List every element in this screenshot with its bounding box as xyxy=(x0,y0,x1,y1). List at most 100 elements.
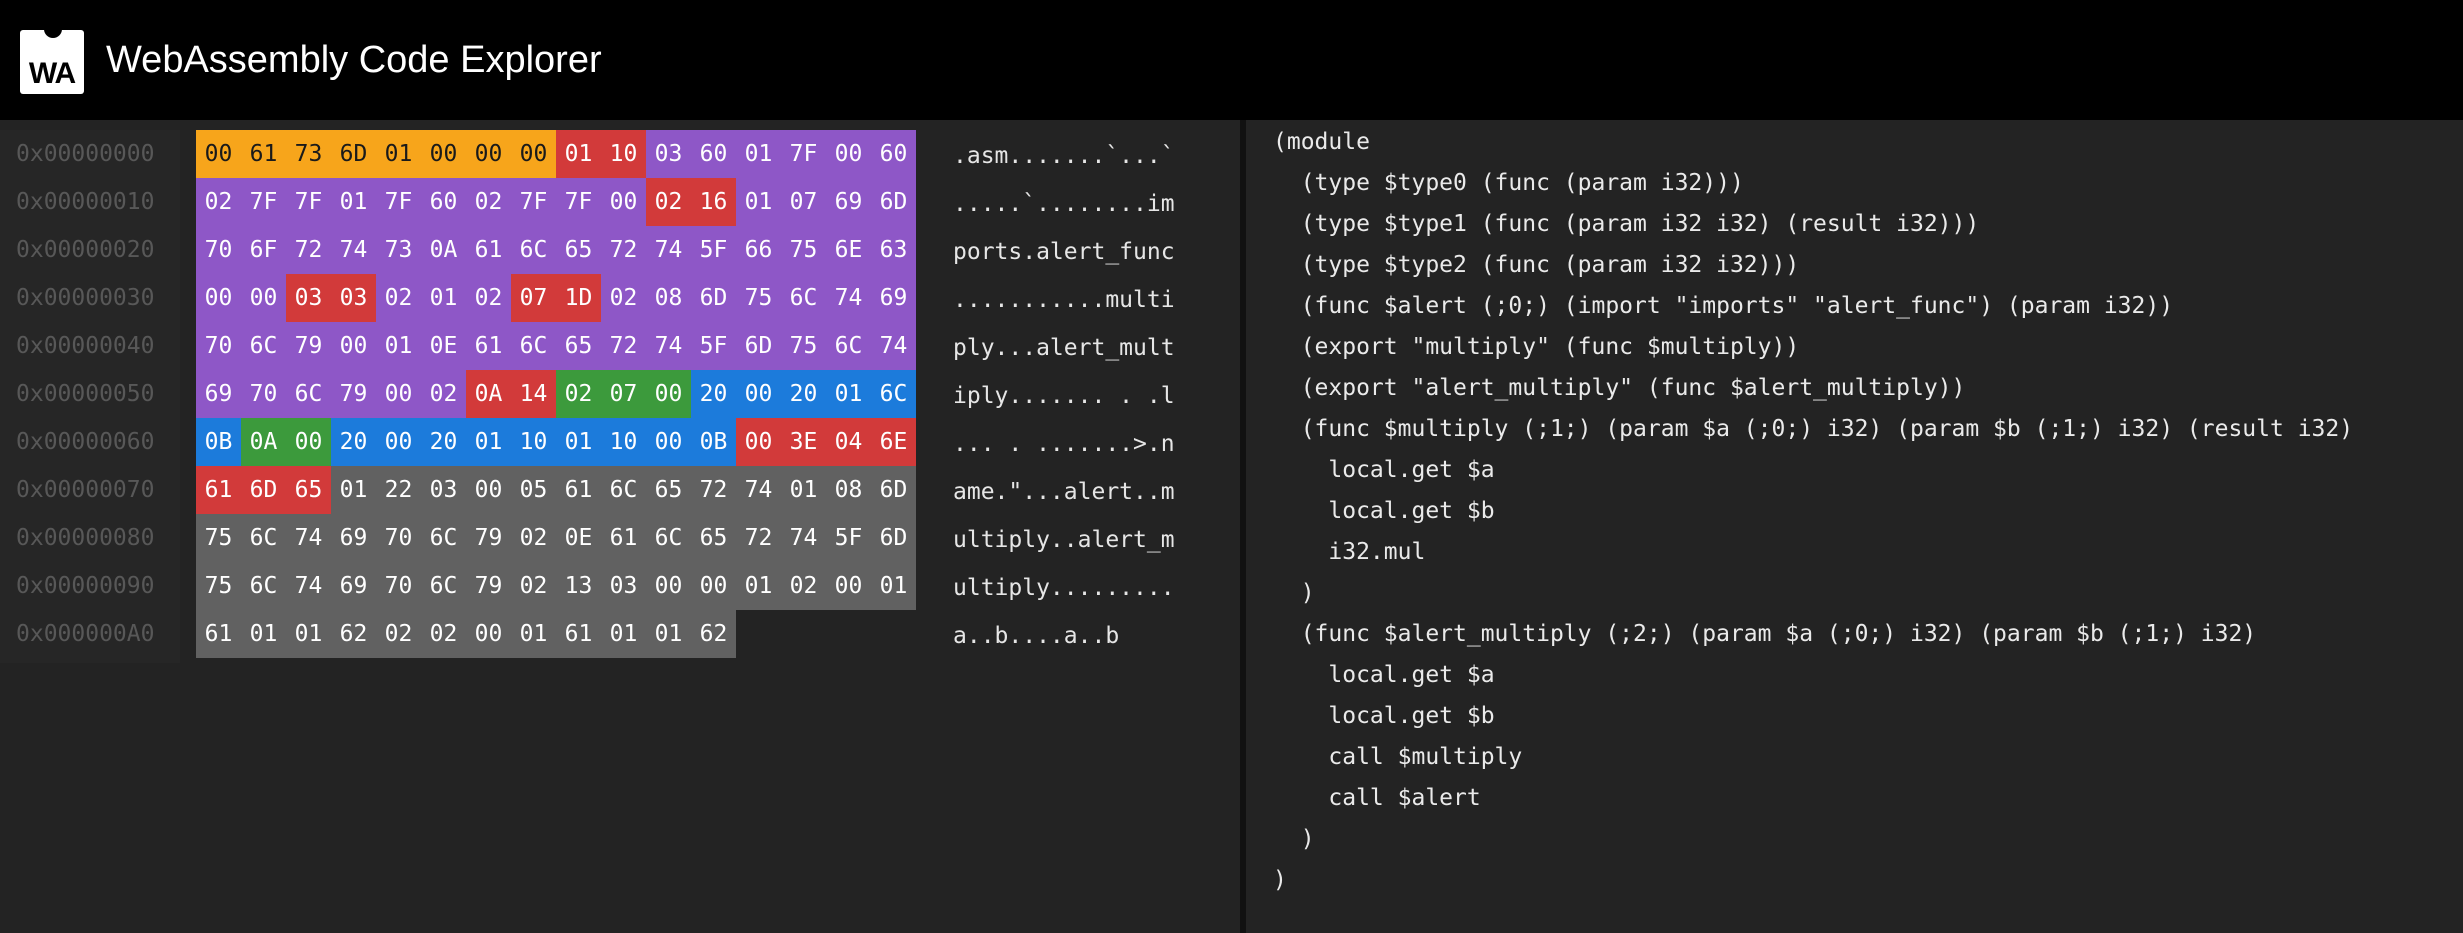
hex-byte[interactable]: 62 xyxy=(331,610,376,658)
hex-byte[interactable]: 6C xyxy=(241,322,286,370)
hex-byte[interactable]: 03 xyxy=(421,466,466,514)
hex-byte[interactable]: 6C xyxy=(781,274,826,322)
hex-byte[interactable]: 05 xyxy=(511,466,556,514)
hex-byte[interactable]: 01 xyxy=(826,370,871,418)
hex-byte[interactable]: 65 xyxy=(691,514,736,562)
hex-view-panel[interactable]: 0x00000000 0x00000010 0x00000020 0x00000030… xyxy=(0,120,1240,933)
hex-byte[interactable]: 00 xyxy=(376,418,421,466)
hex-byte[interactable]: 65 xyxy=(286,466,331,514)
hex-byte[interactable]: 01 xyxy=(601,610,646,658)
hex-byte[interactable]: 00 xyxy=(466,610,511,658)
hex-byte[interactable]: 01 xyxy=(331,178,376,226)
hex-byte[interactable]: 0A xyxy=(241,418,286,466)
hex-byte[interactable]: 22 xyxy=(376,466,421,514)
hex-byte[interactable]: 70 xyxy=(376,562,421,610)
hex-byte[interactable]: 79 xyxy=(466,514,511,562)
hex-byte[interactable]: 08 xyxy=(646,274,691,322)
hex-byte[interactable]: 00 xyxy=(466,130,511,178)
hex-byte[interactable]: 70 xyxy=(196,226,241,274)
hex-byte[interactable]: 02 xyxy=(376,274,421,322)
hex-byte[interactable]: 01 xyxy=(556,418,601,466)
hex-byte[interactable]: 61 xyxy=(601,514,646,562)
hex-byte[interactable]: 6D xyxy=(871,178,916,226)
hex-byte[interactable]: 00 xyxy=(196,130,241,178)
hex-byte[interactable]: 00 xyxy=(736,370,781,418)
hex-byte[interactable]: 02 xyxy=(466,178,511,226)
hex-byte[interactable]: 6D xyxy=(331,130,376,178)
hex-byte[interactable]: 01 xyxy=(511,610,556,658)
hex-byte[interactable]: 0E xyxy=(421,322,466,370)
hex-byte[interactable]: 03 xyxy=(601,562,646,610)
hex-byte[interactable]: 02 xyxy=(421,610,466,658)
hex-byte[interactable]: 72 xyxy=(736,514,781,562)
hex-byte[interactable]: 00 xyxy=(241,274,286,322)
hex-byte[interactable]: 65 xyxy=(646,466,691,514)
hex-byte[interactable]: 08 xyxy=(826,466,871,514)
hex-byte[interactable]: 02 xyxy=(466,274,511,322)
hex-byte[interactable]: 69 xyxy=(196,370,241,418)
hex-byte[interactable]: 20 xyxy=(331,418,376,466)
hex-byte[interactable]: 01 xyxy=(241,610,286,658)
hex-byte[interactable]: 6C xyxy=(871,370,916,418)
hex-byte[interactable]: 00 xyxy=(421,130,466,178)
hex-byte[interactable]: 69 xyxy=(871,274,916,322)
hex-byte[interactable]: 16 xyxy=(691,178,736,226)
hex-byte[interactable]: 01 xyxy=(556,130,601,178)
hex-byte[interactable]: 00 xyxy=(286,418,331,466)
hex-byte[interactable]: 6C xyxy=(241,514,286,562)
hex-byte[interactable]: 00 xyxy=(196,274,241,322)
hex-byte[interactable]: 69 xyxy=(826,178,871,226)
hex-byte[interactable]: 07 xyxy=(781,178,826,226)
hex-byte[interactable]: 74 xyxy=(286,562,331,610)
hex-byte[interactable]: 01 xyxy=(736,130,781,178)
hex-byte[interactable]: 00 xyxy=(736,418,781,466)
hex-byte[interactable]: 01 xyxy=(376,322,421,370)
hex-byte[interactable]: 74 xyxy=(331,226,376,274)
hex-byte[interactable]: 72 xyxy=(601,322,646,370)
hex-byte[interactable]: 73 xyxy=(286,130,331,178)
hex-byte[interactable]: 01 xyxy=(466,418,511,466)
hex-byte[interactable]: 74 xyxy=(826,274,871,322)
hex-byte[interactable]: 61 xyxy=(196,466,241,514)
hex-byte[interactable]: 0A xyxy=(421,226,466,274)
hex-byte[interactable]: 01 xyxy=(871,562,916,610)
hex-byte[interactable]: 70 xyxy=(196,322,241,370)
hex-byte[interactable]: 62 xyxy=(691,610,736,658)
hex-byte[interactable]: 74 xyxy=(736,466,781,514)
hex-byte[interactable]: 01 xyxy=(286,610,331,658)
hex-byte[interactable]: 5F xyxy=(691,226,736,274)
hex-byte[interactable]: 6C xyxy=(421,514,466,562)
hex-byte[interactable]: 0B xyxy=(196,418,241,466)
hex-byte[interactable]: 65 xyxy=(556,226,601,274)
hex-byte[interactable]: 69 xyxy=(331,514,376,562)
hex-byte[interactable]: 00 xyxy=(646,562,691,610)
hex-byte[interactable]: 61 xyxy=(466,322,511,370)
hex-byte[interactable]: 01 xyxy=(736,178,781,226)
hex-byte[interactable]: 61 xyxy=(466,226,511,274)
hex-byte[interactable]: 01 xyxy=(421,274,466,322)
hex-byte[interactable]: 02 xyxy=(196,178,241,226)
hex-byte[interactable]: 74 xyxy=(286,514,331,562)
hex-byte[interactable]: 72 xyxy=(601,226,646,274)
hex-byte[interactable]: 61 xyxy=(556,466,601,514)
hex-byte[interactable]: 63 xyxy=(871,226,916,274)
hex-byte[interactable]: 03 xyxy=(646,130,691,178)
hex-byte[interactable]: 79 xyxy=(466,562,511,610)
hex-byte[interactable]: 61 xyxy=(556,610,601,658)
hex-byte[interactable]: 04 xyxy=(826,418,871,466)
hex-byte[interactable]: 02 xyxy=(781,562,826,610)
hex-byte[interactable]: 0B xyxy=(691,418,736,466)
hex-byte[interactable]: 14 xyxy=(511,370,556,418)
hex-byte[interactable]: 02 xyxy=(511,514,556,562)
hex-byte[interactable]: 00 xyxy=(646,418,691,466)
hex-byte[interactable]: 7F xyxy=(556,178,601,226)
hex-byte[interactable]: 6C xyxy=(826,322,871,370)
hex-byte[interactable]: 79 xyxy=(286,322,331,370)
hex-byte[interactable]: 20 xyxy=(421,418,466,466)
hex-byte[interactable]: 60 xyxy=(691,130,736,178)
hex-byte[interactable]: 74 xyxy=(781,514,826,562)
hex-byte[interactable]: 7F xyxy=(241,178,286,226)
hex-byte[interactable]: 02 xyxy=(376,610,421,658)
hex-byte[interactable]: 00 xyxy=(466,466,511,514)
hex-byte[interactable]: 00 xyxy=(511,130,556,178)
